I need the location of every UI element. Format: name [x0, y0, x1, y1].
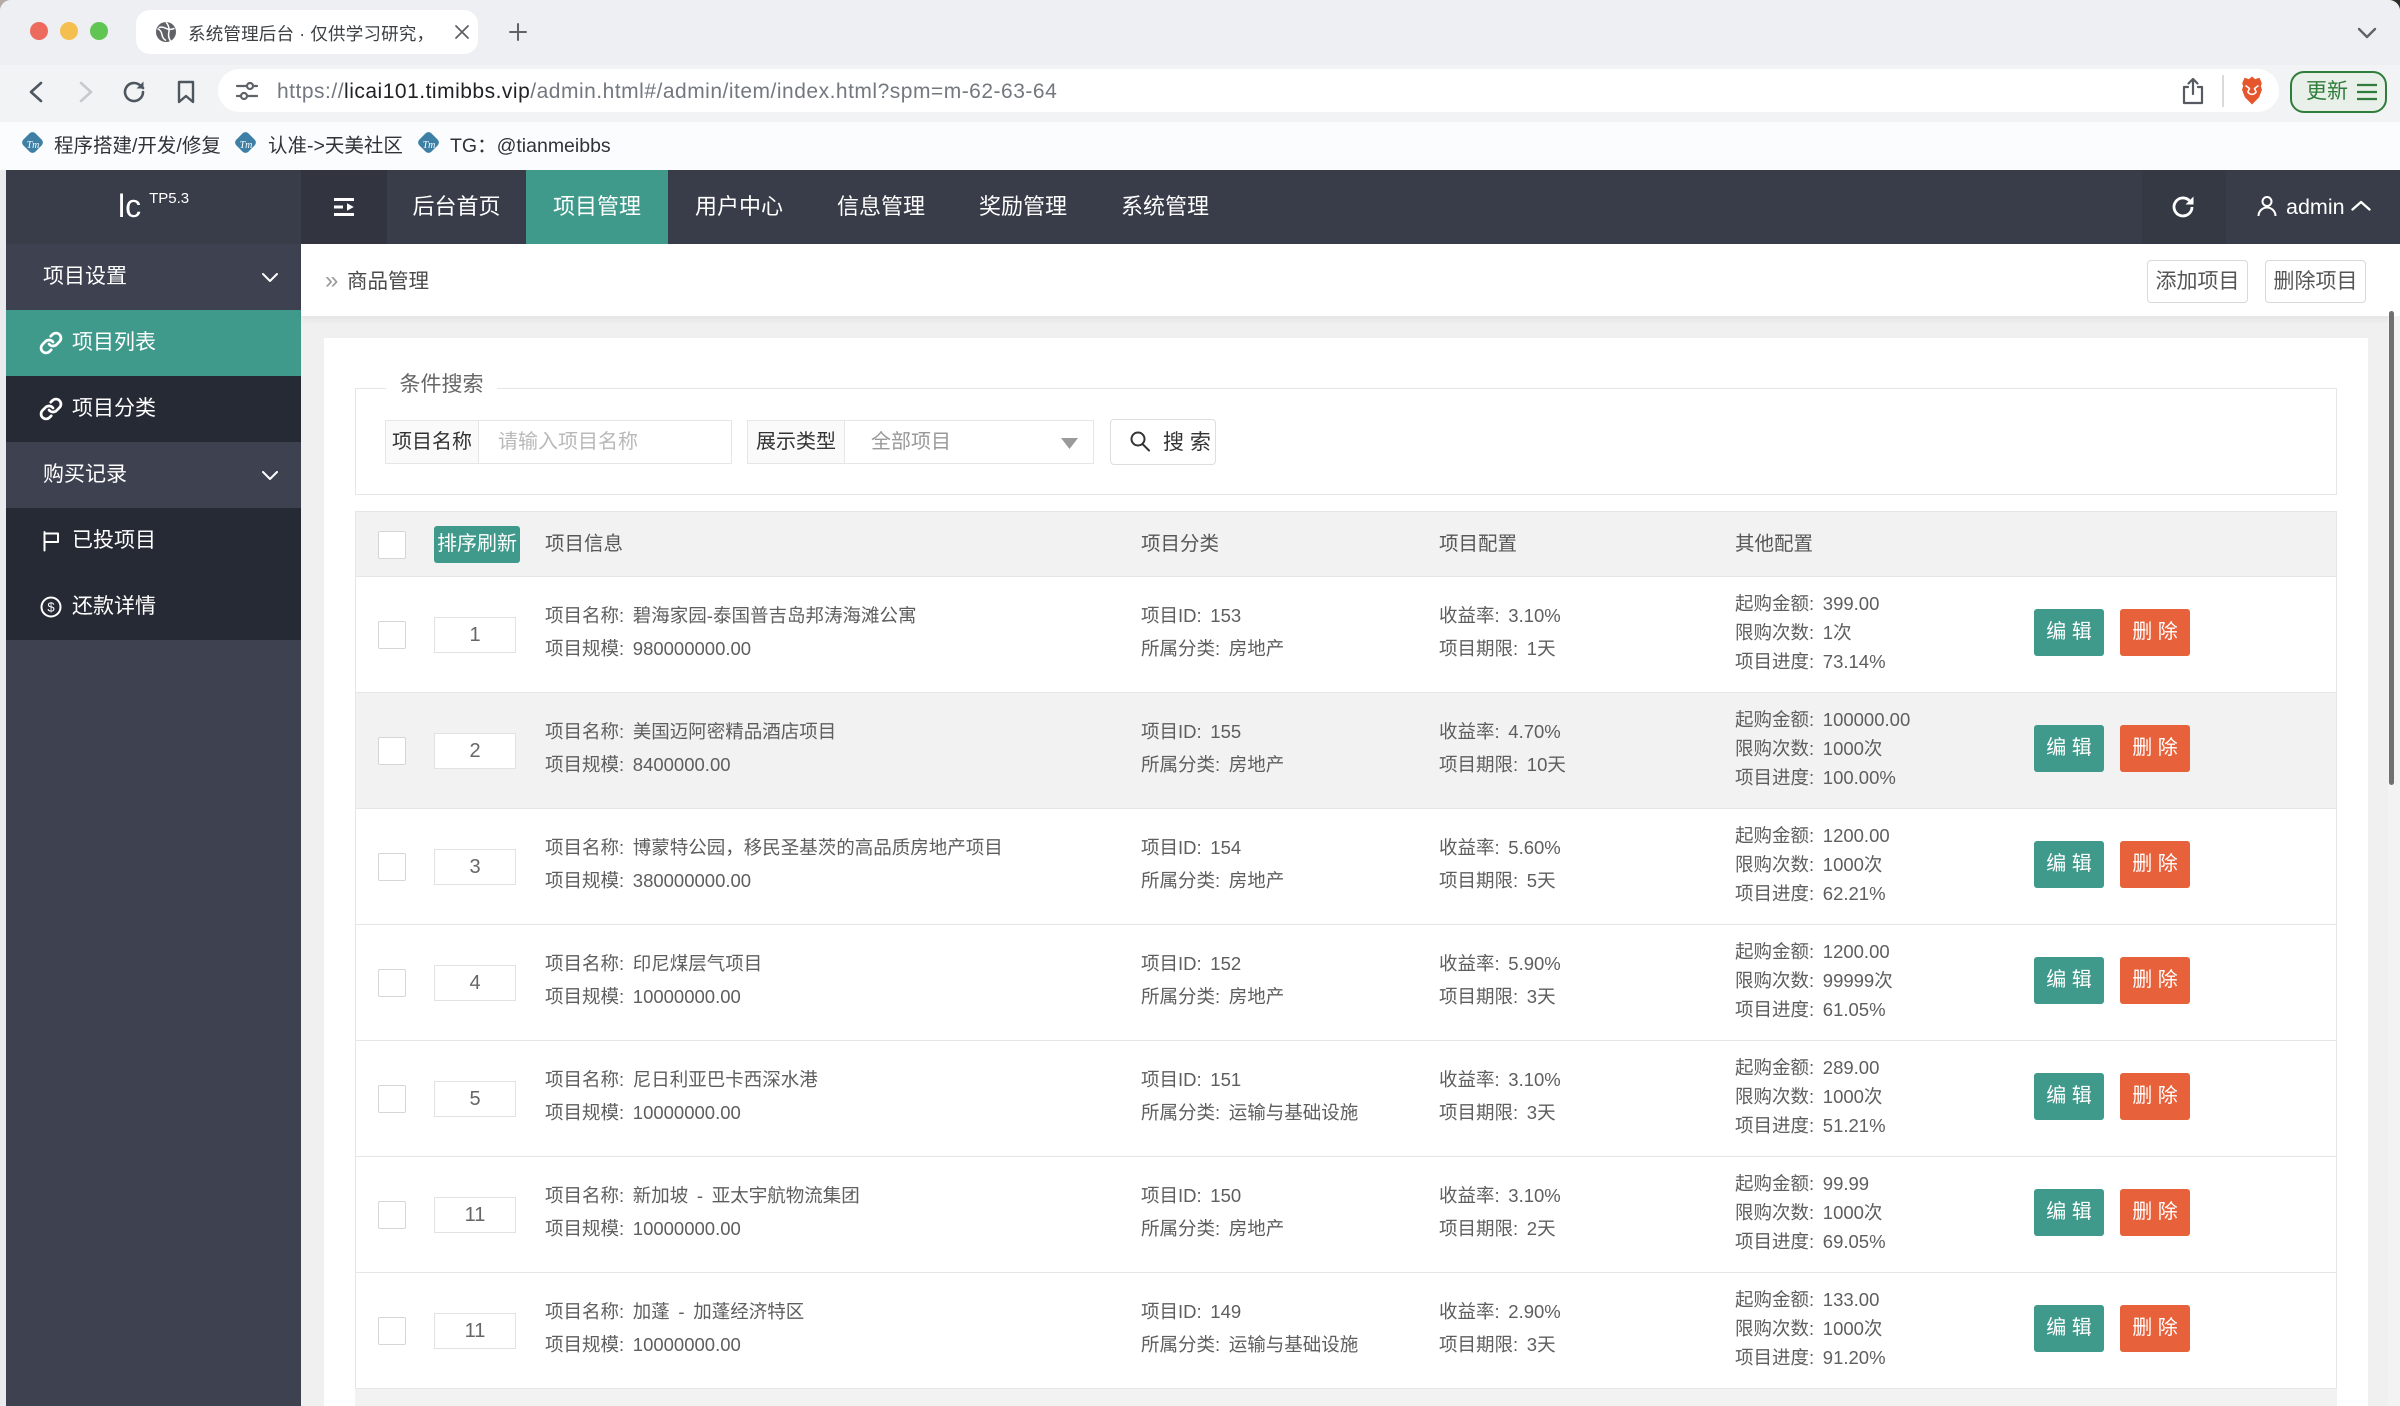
svg-text:$: $	[47, 600, 55, 615]
